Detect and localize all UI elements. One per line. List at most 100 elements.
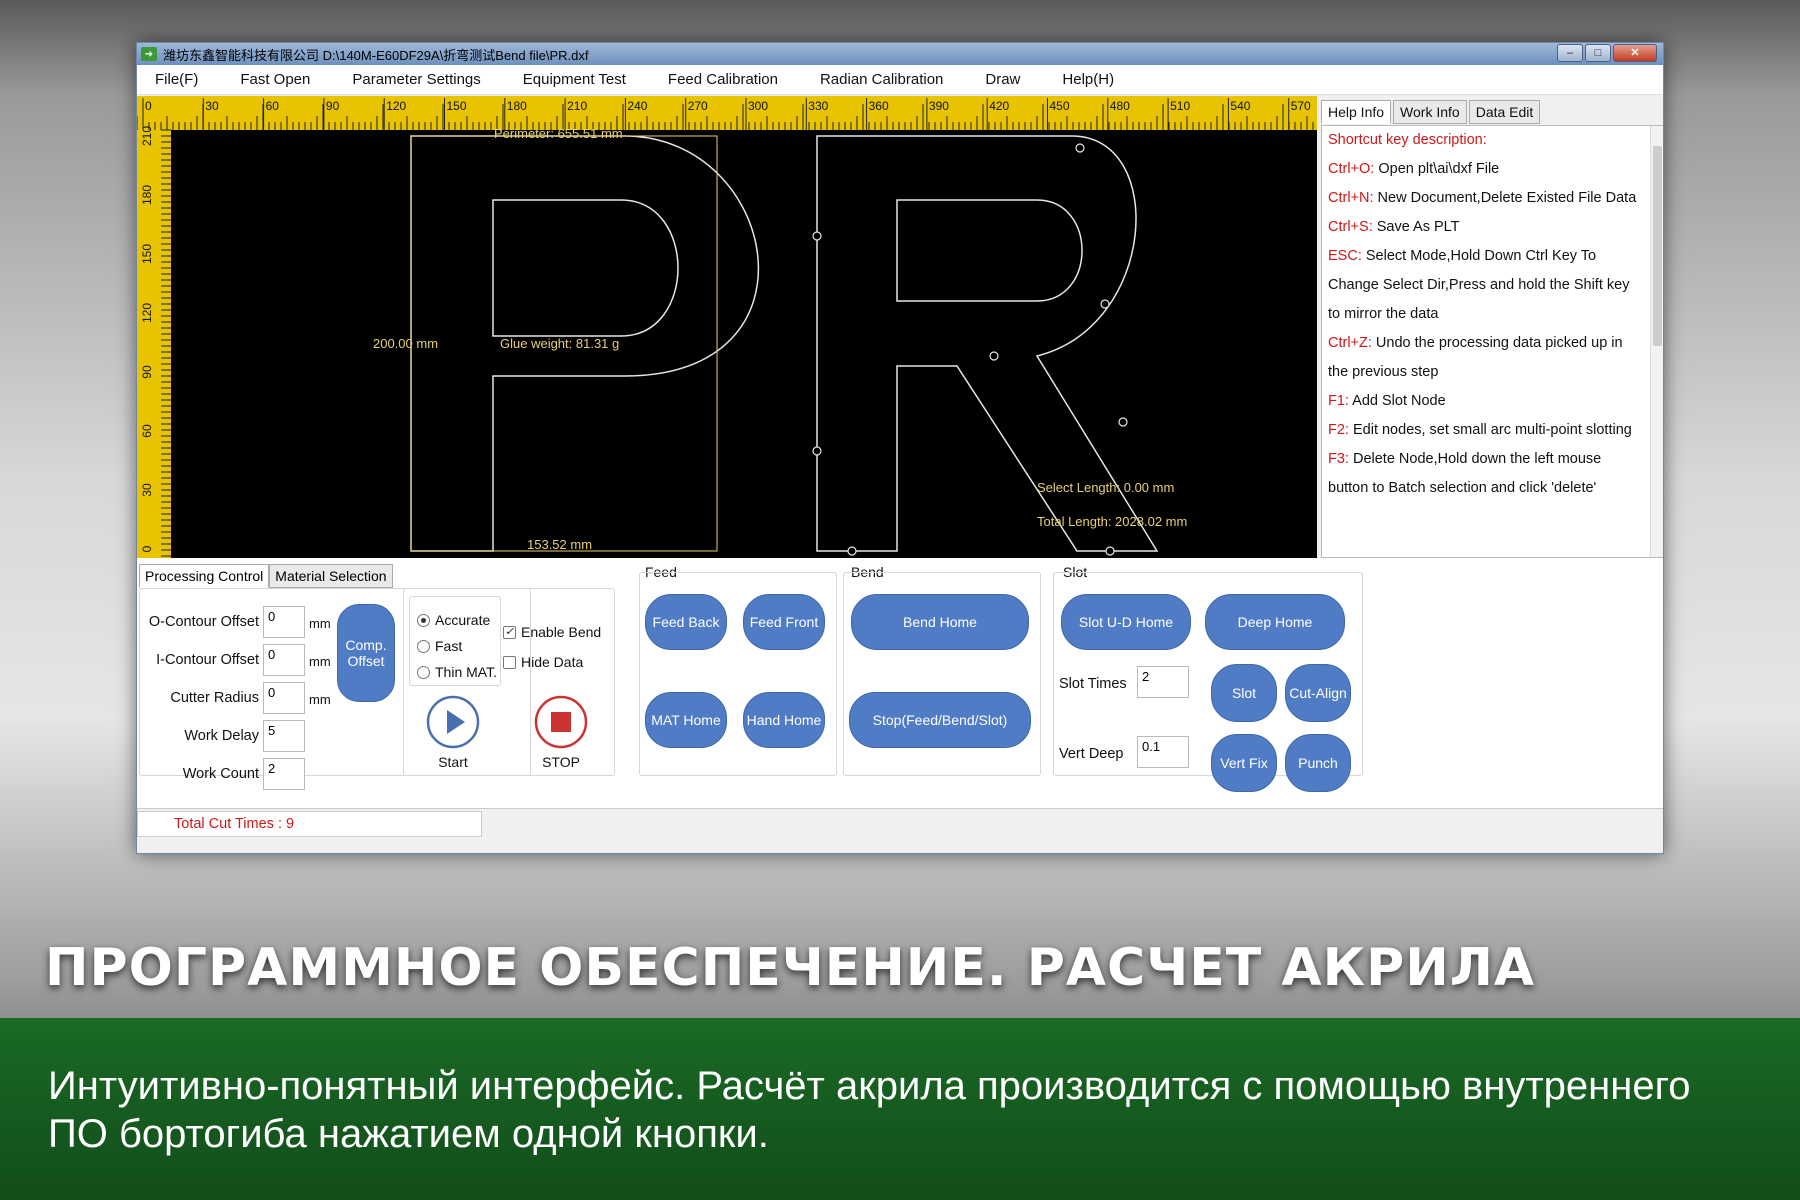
work-count-input[interactable]: 2 <box>263 758 305 790</box>
cutter-radius-input[interactable]: 0 <box>263 682 305 714</box>
start-button[interactable] <box>425 694 481 750</box>
work-delay-input[interactable]: 5 <box>263 720 305 752</box>
ruler-h-label: 300 <box>748 99 768 113</box>
menu-equipment-test[interactable]: Equipment Test <box>523 71 626 88</box>
punch-button[interactable]: Punch <box>1285 734 1351 792</box>
comp-offset-button[interactable]: Comp. Offset <box>337 604 395 702</box>
cut-align-button[interactable]: Cut-Align <box>1285 664 1351 722</box>
tab-material-selection[interactable]: Material Selection <box>269 564 393 588</box>
help-item: ESC: Select Mode,Hold Down Ctrl Key To C… <box>1328 248 1630 322</box>
menu-parameter-settings[interactable]: Parameter Settings <box>352 71 480 88</box>
glue-weight-label: Glue weight: 81.31 g <box>500 336 619 351</box>
vert-deep-input[interactable]: 0.1 <box>1137 736 1189 768</box>
tab-data-edit[interactable]: Data Edit <box>1468 100 1541 124</box>
start-label: Start <box>438 754 468 770</box>
ruler-h-label: 450 <box>1050 99 1070 113</box>
o-contour-input[interactable]: 0 <box>263 606 305 638</box>
hand-home-button[interactable]: Hand Home <box>743 692 825 748</box>
slot-button[interactable]: Slot <box>1211 664 1277 722</box>
ruler-h-label: 330 <box>808 99 828 113</box>
ruler-h-label: 420 <box>989 99 1009 113</box>
menu-feed-calibration[interactable]: Feed Calibration <box>668 71 778 88</box>
checkbox-enable-bend[interactable]: ✓ Enable Bend <box>503 624 601 640</box>
menu-file[interactable]: File(F) <box>155 71 198 88</box>
vert-fix-button[interactable]: Vert Fix <box>1211 734 1277 792</box>
cutter-radius-unit: mm <box>309 692 331 707</box>
menu-help[interactable]: Help(H) <box>1062 71 1114 88</box>
ruler-h-label: 480 <box>1110 99 1130 113</box>
minimize-button[interactable]: – <box>1557 44 1583 62</box>
help-item: Ctrl+O: Open plt\ai\dxf File <box>1328 161 1500 177</box>
work-delay-label: Work Delay <box>184 728 259 744</box>
slot-ud-home-button[interactable]: Slot U-D Home <box>1061 594 1191 650</box>
ruler-h-label: 60 <box>266 99 280 113</box>
ruler-v-label: 150 <box>140 244 154 264</box>
deep-home-button[interactable]: Deep Home <box>1205 594 1345 650</box>
ruler-v-label: 90 <box>140 365 154 379</box>
tab-help-info[interactable]: Help Info <box>1321 100 1392 124</box>
scroll-thumb[interactable] <box>1653 146 1662 346</box>
help-item: Ctrl+S: Save As PLT <box>1328 219 1460 235</box>
radio-thin-mat[interactable]: Thin MAT. <box>417 664 497 680</box>
status-bar: Total Cut Times : 9 <box>137 808 1663 853</box>
help-panel: Shortcut key description: Ctrl+O: Open p… <box>1321 125 1663 558</box>
o-contour-label: O-Contour Offset <box>148 614 259 630</box>
ruler-h-label: 390 <box>929 99 949 113</box>
help-scrollbar[interactable] <box>1650 126 1663 557</box>
description-text: Интуитивно-понятный интерфейс. Расчёт ак… <box>48 1064 1691 1156</box>
cad-drawing: 0 30 60 90 120 150 180 210 240 270 300 330 360 390 420… <box>137 96 1317 558</box>
tab-processing-control[interactable]: Processing Control <box>139 564 270 588</box>
radio-fast-dot <box>417 639 430 653</box>
ruler-v-label: 210 <box>140 126 154 146</box>
ruler-h-label: 360 <box>869 99 889 113</box>
slot-times-label: Slot Times <box>1059 676 1127 692</box>
checkbox-checked-icon: ✓ <box>503 625 516 639</box>
menu-fast-open[interactable]: Fast Open <box>240 71 310 88</box>
checkbox-hide-data[interactable]: Hide Data <box>503 654 583 670</box>
work-count-label: Work Count <box>182 766 259 782</box>
radio-thin-dot <box>417 665 430 679</box>
ruler-v-label: 60 <box>140 424 154 438</box>
feed-back-button[interactable]: Feed Back <box>645 594 727 650</box>
radio-fast[interactable]: Fast <box>417 638 462 654</box>
menu-radian-calibration[interactable]: Radian Calibration <box>820 71 943 88</box>
ruler-v-label: 120 <box>140 303 154 323</box>
ruler-v-label: 30 <box>140 483 154 497</box>
menu-bar: File(F) Fast Open Parameter Settings Equ… <box>137 65 1663 95</box>
cutter-radius-label: Cutter Radius <box>170 690 259 706</box>
title-bar: ➔ 潍坊东鑫智能科技有限公司 D:\140M-E60DF29A\折弯测试Bend… <box>137 43 1663 65</box>
window-title: 潍坊东鑫智能科技有限公司 D:\140M-E60DF29A\折弯测试Bend f… <box>163 47 589 63</box>
total-cut-times: Total Cut Times : 9 <box>137 811 482 837</box>
headline: ПРОГРАММНОЕ ОБЕСПЕЧЕНИЕ. РАСЧЕТ АКРИЛА <box>45 938 1536 998</box>
stop-button[interactable] <box>533 694 589 750</box>
ruler-h-label: 30 <box>205 99 219 113</box>
ruler-h-label: 270 <box>688 99 708 113</box>
radio-accurate-dot <box>417 613 430 627</box>
help-item: F3: Delete Node,Hold down the left mouse… <box>1328 451 1602 496</box>
o-contour-unit: mm <box>309 616 331 631</box>
i-contour-input[interactable]: 0 <box>263 644 305 676</box>
bend-home-button[interactable]: Bend Home <box>851 594 1029 650</box>
cad-canvas[interactable]: 0 30 60 90 120 150 180 210 240 270 300 330 360 390 420… <box>137 96 1317 558</box>
ruler-h-label: 570 <box>1291 99 1311 113</box>
app-window: ➔ 潍坊东鑫智能科技有限公司 D:\140M-E60DF29A\折弯测试Bend… <box>136 42 1664 854</box>
close-button[interactable]: ✕ <box>1613 44 1657 62</box>
help-item: Ctrl+Z: Undo the processing data picked … <box>1328 335 1623 380</box>
radio-accurate[interactable]: Accurate <box>417 612 490 628</box>
ruler-h-label: 90 <box>326 99 340 113</box>
tab-work-info[interactable]: Work Info <box>1393 100 1467 124</box>
menu-draw[interactable]: Draw <box>985 71 1020 88</box>
ruler-h-label: 150 <box>447 99 467 113</box>
help-item: F2: Edit nodes, set small arc multi-poin… <box>1328 422 1632 438</box>
control-area: Processing Control Material Selection O-… <box>137 558 1663 808</box>
ruler-h-label: 120 <box>386 99 406 113</box>
feed-front-button[interactable]: Feed Front <box>743 594 825 650</box>
maximize-button[interactable]: □ <box>1585 44 1611 62</box>
stop-feed-bend-slot-button[interactable]: Stop(Feed/Bend/Slot) <box>849 692 1031 748</box>
i-contour-label: I-Contour Offset <box>156 652 259 668</box>
help-item: F1: Add Slot Node <box>1328 393 1446 409</box>
slot-times-input[interactable]: 2 <box>1137 666 1189 698</box>
mat-home-button[interactable]: MAT Home <box>645 692 727 748</box>
vert-deep-label: Vert Deep <box>1059 746 1124 762</box>
ruler-v-label: 180 <box>140 185 154 205</box>
